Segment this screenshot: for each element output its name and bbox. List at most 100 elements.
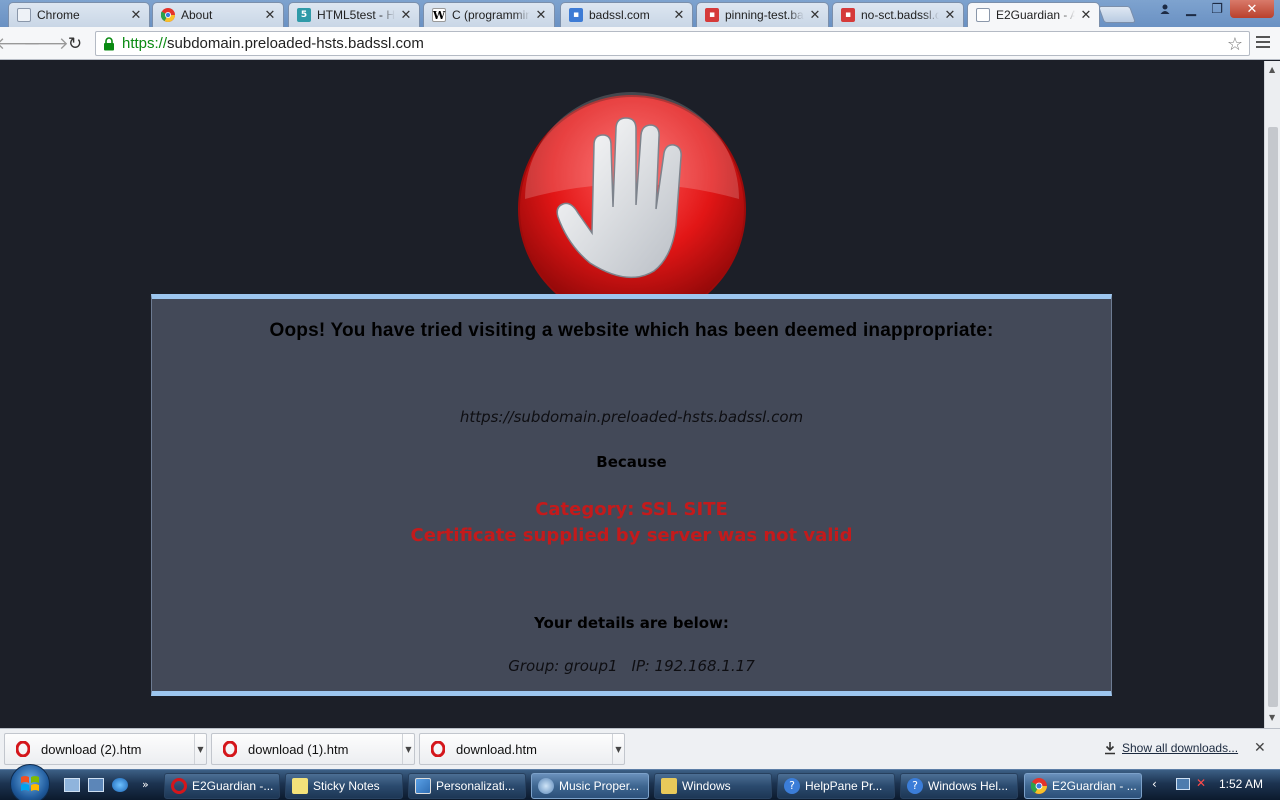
quicklaunch-overflow-icon[interactable]: »	[142, 778, 152, 792]
show-desktop-icon[interactable]	[64, 778, 80, 792]
tab-title: Chrome	[37, 8, 80, 22]
close-tab-icon[interactable]: ✕	[399, 8, 413, 23]
lock-icon: ▪	[569, 8, 583, 22]
because-label: Because	[596, 453, 667, 471]
scroll-up-arrow[interactable]: ▲	[1269, 65, 1275, 74]
close-tab-icon[interactable]: ✕	[534, 8, 548, 23]
clock[interactable]: 1:52 AM	[1219, 777, 1263, 791]
show-all-downloads-label: Show all downloads...	[1122, 741, 1239, 755]
task-label: Windows	[682, 779, 731, 793]
task-label: E2Guardian -...	[192, 779, 274, 793]
tab-e2guardian[interactable]: E2Guardian - A ✕	[967, 2, 1100, 27]
close-tab-icon[interactable]: ✕	[672, 8, 686, 23]
document-icon	[976, 8, 990, 22]
menu-icon[interactable]	[1256, 36, 1270, 51]
music-icon	[538, 778, 554, 794]
taskbar-item-e2guardian-chrome[interactable]: E2Guardian - ...	[1024, 773, 1142, 799]
volume-muted-icon[interactable]: ✕	[1196, 776, 1206, 790]
opera-icon	[171, 778, 187, 794]
tab-pinning-test[interactable]: ▪ pinning-test.ba ✕	[696, 2, 829, 27]
tab-about[interactable]: About ✕	[152, 2, 284, 27]
download-shelf: download (2).htm ▼ download (1).htm ▼ do…	[0, 728, 1280, 769]
tab-title: pinning-test.ba	[725, 8, 804, 22]
taskbar-item-helppane[interactable]: ? HelpPane Pr...	[777, 773, 895, 799]
switch-windows-icon[interactable]	[88, 778, 104, 792]
taskbar-item-e2guardian-opera[interactable]: E2Guardian -...	[164, 773, 280, 799]
blocked-url: https://subdomain.preloaded-hsts.badssl.…	[459, 408, 804, 426]
tab-badssl[interactable]: ▪ badssl.com ✕	[560, 2, 693, 27]
windows-logo-icon	[21, 776, 39, 791]
task-label: Personalizati...	[436, 779, 515, 793]
bookmark-star-icon[interactable]: ☆	[1227, 34, 1243, 55]
page-title: Oops! You have tried visiting a website …	[269, 320, 994, 341]
help-icon: ?	[907, 778, 923, 794]
tab-chrome[interactable]: Chrome ✕	[8, 2, 150, 27]
restore-button[interactable]: ❐	[1204, 0, 1230, 18]
opera-icon	[222, 741, 238, 757]
taskbar-item-sticky-notes[interactable]: Sticky Notes	[285, 773, 403, 799]
tab-title: E2Guardian - A	[996, 8, 1075, 22]
browser-toolbar: 🡐 🡒 ↻ https://subdomain.preloaded-hsts.b…	[0, 27, 1280, 60]
details-heading: Your details are below:	[534, 614, 729, 632]
tab-title: About	[181, 8, 213, 22]
tab-no-sct[interactable]: ▪ no-sct.badssl.c ✕	[832, 2, 964, 27]
taskbar-item-windows-folder[interactable]: Windows	[654, 773, 772, 799]
new-tab-button[interactable]	[1097, 6, 1137, 23]
close-tab-icon[interactable]: ✕	[943, 8, 957, 23]
close-tab-icon[interactable]: ✕	[808, 8, 822, 23]
close-tab-icon[interactable]: ✕	[263, 8, 277, 23]
close-shelf-icon[interactable]: ✕	[1254, 740, 1266, 756]
download-filename: download (1).htm	[248, 741, 349, 757]
ip-value: IP: 192.168.1.17	[631, 657, 755, 675]
tab-strip: Chrome ✕ About ✕ 5 HTML5test - H ✕ W C (…	[0, 0, 1280, 27]
download-item[interactable]: download (2).htm ▼	[4, 733, 207, 765]
lock-icon[interactable]	[100, 36, 118, 51]
internet-explorer-icon[interactable]	[112, 778, 128, 792]
taskbar-item-windows-help[interactable]: ? Windows Hel...	[900, 773, 1018, 799]
page-content: Oops! You have tried visiting a website …	[0, 61, 1264, 728]
forward-button[interactable]: 🡒	[23, 34, 69, 54]
vertical-scrollbar[interactable]: ▲ ▼	[1264, 61, 1280, 728]
group-value: Group: group1	[508, 657, 618, 675]
show-all-downloads-link[interactable]: Show all downloads...	[1103, 741, 1238, 755]
download-arrow-icon	[1105, 742, 1115, 755]
taskbar-item-music-properties[interactable]: Music Proper...	[531, 773, 649, 799]
block-category: Category: SSL SITE	[535, 499, 728, 520]
download-item[interactable]: download (1).htm ▼	[211, 733, 415, 765]
close-window-button[interactable]: ✕	[1230, 0, 1274, 18]
close-tab-icon[interactable]: ✕	[1079, 8, 1093, 23]
personalization-icon	[415, 778, 431, 794]
broken-lock-icon: ▪	[841, 8, 855, 22]
opera-icon	[15, 741, 31, 757]
tab-title: C (programmin	[452, 8, 530, 22]
reload-button[interactable]: ↻	[65, 34, 85, 54]
scroll-down-arrow[interactable]: ▼	[1269, 713, 1275, 722]
html5-icon: 5	[297, 8, 311, 22]
scrollbar-thumb[interactable]	[1268, 127, 1278, 707]
window-controls: ▁ ❐ ✕	[1152, 0, 1274, 18]
tab-wikipedia[interactable]: W C (programmin ✕	[423, 2, 555, 27]
url-host: subdomain.preloaded-hsts.badssl.com	[167, 35, 424, 52]
tab-title: badssl.com	[589, 8, 650, 22]
broken-lock-icon: ▪	[705, 8, 719, 22]
user-icon[interactable]	[1152, 0, 1178, 18]
chevron-down-icon[interactable]: ▼	[194, 734, 206, 764]
help-icon: ?	[784, 778, 800, 794]
tab-html5test[interactable]: 5 HTML5test - H ✕	[288, 2, 420, 27]
address-bar[interactable]: https://subdomain.preloaded-hsts.badssl.…	[95, 31, 1250, 56]
download-item[interactable]: download.htm ▼	[419, 733, 625, 765]
document-icon	[17, 8, 31, 22]
chrome-icon	[161, 8, 175, 22]
tab-title: HTML5test - H	[317, 8, 395, 22]
taskbar-item-personalization[interactable]: Personalizati...	[408, 773, 526, 799]
network-icon[interactable]	[1176, 778, 1190, 790]
start-button[interactable]	[10, 764, 50, 800]
tray-expand-icon[interactable]: ‹	[1152, 777, 1157, 791]
minimize-button[interactable]: ▁	[1178, 0, 1204, 18]
sticky-notes-icon	[292, 778, 308, 794]
chevron-down-icon[interactable]: ▼	[612, 734, 624, 764]
tab-title: no-sct.badssl.c	[861, 8, 939, 22]
folder-icon	[661, 778, 677, 794]
chevron-down-icon[interactable]: ▼	[402, 734, 414, 764]
close-tab-icon[interactable]: ✕	[129, 8, 143, 23]
